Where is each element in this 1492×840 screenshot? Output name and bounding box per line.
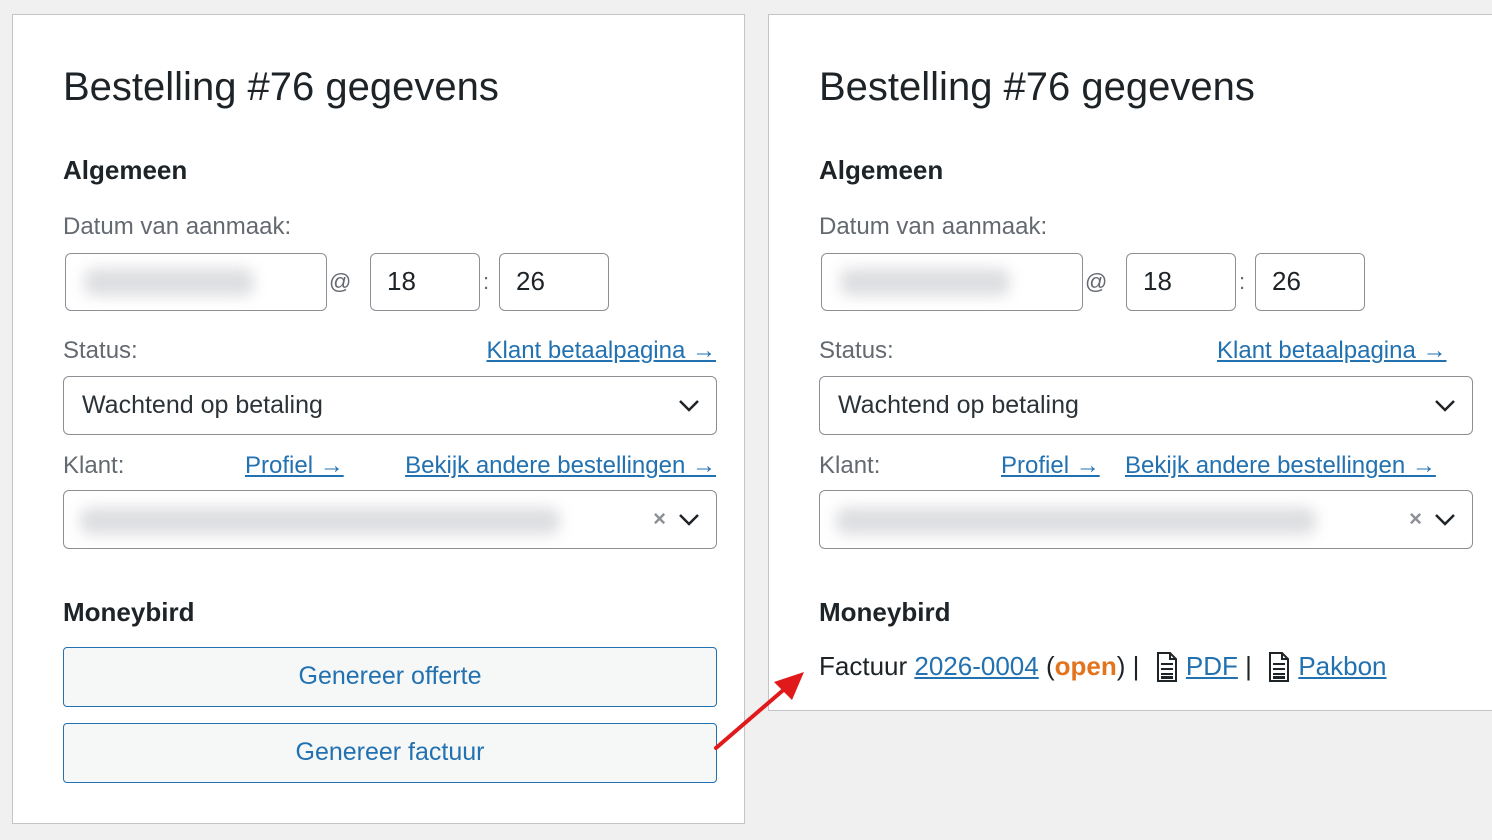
invoice-row: Factuur 2026-0004 (open) | PDF | Pakbon [819,651,1387,682]
customer-payment-page-link[interactable]: Klant betaalpagina → [487,337,717,365]
minute-value: 26 [516,266,545,296]
date-input[interactable] [821,253,1083,311]
clear-icon[interactable]: × [653,506,666,532]
at-separator: @ [329,269,352,294]
chevron-down-icon [1435,514,1455,526]
status-label: Status: [819,337,894,364]
section-moneybird-heading: Moneybird [819,597,951,627]
invoice-number-link[interactable]: 2026-0004 [914,651,1038,682]
customer-label: Klant: [819,452,881,479]
order-panel-before: Bestelling #76 gegevens Algemeen Datum v… [12,14,745,824]
blurred-customer [836,507,1316,535]
other-orders-link[interactable]: Bekijk andere bestellingen → [1125,452,1436,480]
customer-select[interactable]: × [63,490,717,549]
document-icon [1269,651,1290,682]
section-general-heading: Algemeen [63,155,188,185]
status-select-value: Wachtend op betaling [838,391,1079,419]
minute-input[interactable]: 26 [499,253,609,311]
page-title: Bestelling #76 gegevens [819,65,1255,109]
minute-value: 26 [1272,266,1301,296]
minute-input[interactable]: 26 [1255,253,1365,311]
blurred-date [84,268,254,296]
date-input[interactable] [65,253,327,311]
hour-input[interactable]: 18 [370,253,480,311]
generate-quote-button[interactable]: Genereer offerte [63,647,717,707]
blurred-customer [80,507,560,535]
status-select[interactable]: Wachtend op betaling [63,376,717,435]
invoice-prefix: Factuur [819,651,908,681]
paren-open: ( [1045,651,1055,681]
profile-link[interactable]: Profiel → [245,452,344,480]
chevron-down-icon [679,514,699,526]
paren-close: ) [1116,651,1126,681]
blurred-date [840,268,1010,296]
section-moneybird-heading: Moneybird [63,597,195,627]
invoice-status: open [1054,651,1117,681]
order-panel-after: Bestelling #76 gegevens Algemeen Datum v… [768,14,1492,711]
hour-value: 18 [1143,266,1172,296]
status-select-value: Wachtend op betaling [82,391,323,419]
document-icon [1156,651,1177,682]
separator-pipe: | [1245,651,1252,681]
hour-input[interactable]: 18 [1126,253,1236,311]
customer-label: Klant: [63,452,125,479]
hour-value: 18 [387,266,416,296]
profile-link[interactable]: Profiel → [1001,452,1100,480]
status-select[interactable]: Wachtend op betaling [819,376,1473,435]
at-separator: @ [1085,269,1108,294]
clear-icon[interactable]: × [1409,506,1422,532]
page-title: Bestelling #76 gegevens [63,65,499,109]
chevron-down-icon [679,400,699,412]
section-general-heading: Algemeen [819,155,944,185]
other-orders-link[interactable]: Bekijk andere bestellingen → [405,452,716,480]
customer-payment-page-link[interactable]: Klant betaalpagina → [1217,337,1447,365]
colon-separator: : [1239,269,1246,294]
date-label: Datum van aanmaak: [819,213,1048,240]
packing-slip-link[interactable]: Pakbon [1298,651,1386,682]
customer-select[interactable]: × [819,490,1473,549]
generate-invoice-button[interactable]: Genereer factuur [63,723,717,783]
date-label: Datum van aanmaak: [63,213,292,240]
colon-separator: : [483,269,490,294]
pdf-link[interactable]: PDF [1186,651,1238,682]
status-label: Status: [63,337,138,364]
chevron-down-icon [1435,400,1455,412]
separator-pipe: | [1132,651,1140,681]
